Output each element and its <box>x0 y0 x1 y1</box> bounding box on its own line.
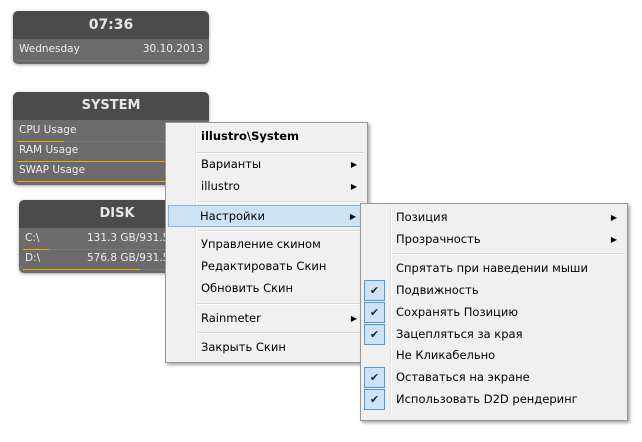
menu-title: illustro\System <box>201 129 300 143</box>
submenu-item-label: Позиция <box>396 210 448 224</box>
disk-d-value: 576.8 GB/931.5 <box>87 252 170 264</box>
checkmark-icon: ✔ <box>364 302 385 323</box>
submenu-item-label: Подвижность <box>396 283 479 297</box>
menu-item-label: Управление скином <box>201 237 321 251</box>
menu-item-label: Rainmeter <box>201 311 261 325</box>
swap-label: SWAP Usage <box>19 164 86 176</box>
submenu-item[interactable]: ✔ Использовать D2D рендеринг <box>363 389 625 410</box>
disk-d-bar <box>23 269 140 270</box>
menu-item-manage-skin[interactable]: Управление скином <box>168 234 365 255</box>
menu-item-label: illustro <box>201 179 240 193</box>
submenu-item-label: Использовать D2D рендеринг <box>396 392 578 406</box>
submenu-item-label: Спрятать при наведении мыши <box>396 261 588 275</box>
clock-day: Wednesday <box>19 43 80 55</box>
swap-bar <box>17 181 168 182</box>
menu-item-refresh-skin[interactable]: Обновить Скин <box>168 278 365 299</box>
menu-item-edit-skin[interactable]: Редактировать Скин <box>168 256 365 277</box>
menu-item-rainmeter[interactable]: Rainmeter ▶ <box>168 308 365 329</box>
checkmark-icon: ✔ <box>364 389 385 410</box>
menu-item-illustro[interactable]: illustro ▶ <box>168 176 365 197</box>
disk-c-label: C:\ <box>25 232 40 244</box>
submenu-arrow-icon: ▶ <box>350 160 357 169</box>
clock-time: 07:36 <box>13 11 209 39</box>
menu-item-label: Редактировать Скин <box>201 259 327 273</box>
submenu-item-label: Оставаться на экране <box>396 370 530 384</box>
submenu-arrow-icon: ▶ <box>610 235 617 244</box>
checkmark-icon: ✔ <box>364 280 385 301</box>
submenu-item[interactable]: ✔ Сохранять Позицию <box>363 302 625 323</box>
submenu-item[interactable]: ✔ Зацепляться за края <box>363 324 625 345</box>
separator <box>392 253 624 255</box>
clock-date: 30.10.2013 <box>142 43 203 55</box>
submenu-item[interactable]: Спрятать при наведении мыши <box>363 258 625 279</box>
submenu-arrow-icon: ▶ <box>349 212 356 221</box>
submenu-arrow-icon: ▶ <box>350 314 357 323</box>
ram-label: RAM Usage <box>19 144 79 156</box>
menu-item-close-skin[interactable]: Закрыть Скин <box>168 337 365 358</box>
system-title: SYSTEM <box>13 92 209 120</box>
submenu-arrow-icon: ▶ <box>610 213 617 222</box>
submenu-arrow-icon: ▶ <box>350 182 357 191</box>
menu-item-label: Обновить Скин <box>201 281 294 295</box>
submenu-item[interactable]: ✔ Оставаться на экране <box>363 367 625 388</box>
checkmark-icon: ✔ <box>364 367 385 388</box>
submenu-item[interactable]: Позиция ▶ <box>363 207 625 228</box>
menu-item-label: Варианты <box>201 157 262 171</box>
submenu-item-label: Зацепляться за края <box>396 327 523 341</box>
submenu-item-label: Не Кликабельно <box>396 348 496 362</box>
settings-submenu: Позиция ▶ Прозрачность ▶ Спрятать при наведе… <box>360 203 628 421</box>
checkmark-icon: ✔ <box>364 324 385 345</box>
clock-widget[interactable]: 07:36 Wednesday 30.10.2013 <box>13 11 209 64</box>
submenu-item-label: Сохранять Позицию <box>396 305 519 319</box>
context-menu: illustro\System Варианты ▶ illustro ▶ Наст… <box>165 122 368 363</box>
menu-item-settings[interactable]: Настройки ▶ <box>168 205 365 227</box>
disk-c-value: 131.3 GB/931.5 <box>87 232 170 244</box>
disk-d-label: D:\ <box>25 252 41 264</box>
menu-item-variants[interactable]: Варианты ▶ <box>168 154 365 175</box>
menu-item-label: Настройки <box>200 209 265 223</box>
submenu-item[interactable]: Не Кликабельно <box>363 345 625 366</box>
submenu-item[interactable]: ✔ Подвижность <box>363 280 625 301</box>
menu-item-label: Закрыть Скин <box>201 340 286 354</box>
submenu-item-label: Прозрачность <box>396 232 481 246</box>
cpu-label: CPU Usage <box>19 124 77 136</box>
submenu-item[interactable]: Прозрачность ▶ <box>363 229 625 250</box>
